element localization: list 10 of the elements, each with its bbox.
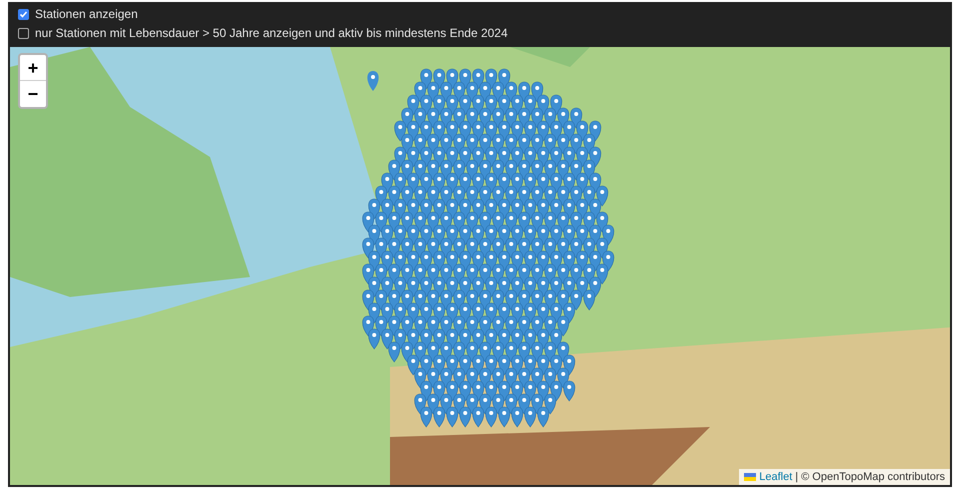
- checkbox[interactable]: [18, 28, 29, 38]
- checkbox-label: Stationen anzeigen: [35, 6, 138, 22]
- separator: |: [795, 470, 798, 484]
- leaflet-link[interactable]: Leaflet: [759, 468, 792, 485]
- attribution-text: © OpenTopoMap contributors: [801, 470, 945, 484]
- zoom-in-button[interactable]: +: [20, 55, 46, 81]
- flag-icon: [744, 472, 756, 481]
- checkbox-label: nur Stationen mit Lebensdauer > 50 Jahre anzeigen und aktiv bis mindestens Ende 2024: [35, 25, 508, 41]
- zoom-out-button[interactable]: −: [20, 81, 46, 107]
- checkbox[interactable]: [18, 8, 29, 20]
